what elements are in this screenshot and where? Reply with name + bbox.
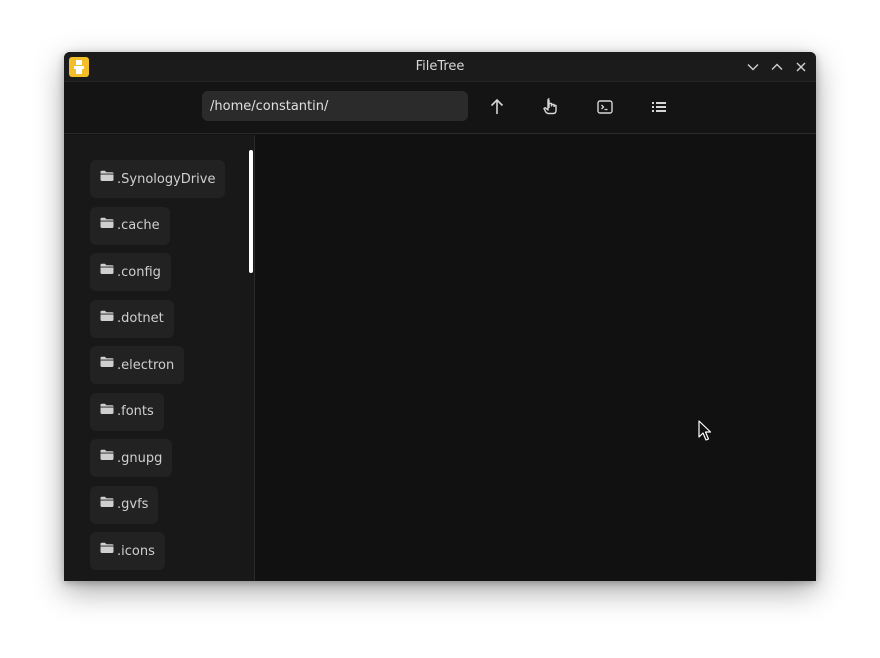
folder-icon [100, 170, 114, 181]
folder-label: .gvfs [117, 497, 149, 512]
folder-label: .config [117, 264, 161, 280]
file-view-pane[interactable] [255, 135, 816, 581]
window-title: FileTree [415, 59, 465, 74]
folder-icon [100, 217, 114, 228]
folder-item[interactable]: .electron [90, 346, 185, 384]
list-icon [652, 102, 666, 112]
folder-item[interactable]: .dotnet [90, 299, 174, 338]
filetree-window: FileTree /home/constantin/ .SynologyDriv… [64, 52, 816, 581]
select-mode-button[interactable] [539, 95, 563, 119]
terminal-icon [597, 100, 613, 114]
folder-label: .SynologyDrive [117, 171, 216, 187]
close-icon [796, 62, 806, 72]
folder-list: .SynologyDrive .cache .config .dotnet .elect… [90, 160, 226, 579]
sidebar-scrollbar[interactable] [249, 150, 253, 273]
arrow-up-icon [490, 98, 504, 114]
folder-label: .cache [117, 218, 160, 233]
folder-label: .icons [117, 543, 155, 559]
folder-item[interactable]: .fonts [90, 392, 164, 431]
minimize-icon [747, 64, 759, 71]
folder-item[interactable]: .gvfs [90, 485, 159, 524]
folder-icon [100, 449, 114, 460]
path-input[interactable] [202, 91, 468, 121]
toolbar [64, 82, 816, 134]
folder-label: .dotnet [117, 311, 164, 326]
folder-item[interactable]: .config [90, 253, 171, 291]
mouse-cursor-icon [698, 420, 712, 441]
minimize-button[interactable] [744, 58, 762, 76]
folder-icon [100, 403, 114, 414]
folder-label: .fonts [117, 404, 154, 419]
folder-icon [100, 263, 114, 274]
folder-icon [100, 496, 114, 507]
folder-label: .electron [117, 357, 175, 373]
close-button[interactable] [792, 58, 810, 76]
maximize-button[interactable] [768, 58, 786, 76]
folder-item[interactable]: .cache [90, 206, 170, 245]
folder-item[interactable]: .icons [90, 532, 165, 570]
maximize-icon [771, 63, 783, 70]
title-bar[interactable]: FileTree [64, 52, 816, 82]
folder-icon [100, 356, 114, 367]
folder-sidebar[interactable]: .SynologyDrive .cache .config .dotnet .elect… [64, 135, 255, 581]
list-view-button[interactable] [647, 95, 671, 119]
go-up-button[interactable] [485, 95, 509, 119]
folder-icon [100, 310, 114, 321]
folder-icon [100, 542, 114, 553]
open-terminal-button[interactable] [593, 95, 617, 119]
pointer-hand-icon [543, 98, 557, 115]
folder-item[interactable]: .gnupg [90, 439, 173, 477]
folder-label: .gnupg [117, 450, 163, 466]
folder-item[interactable]: .SynologyDrive [90, 160, 226, 198]
